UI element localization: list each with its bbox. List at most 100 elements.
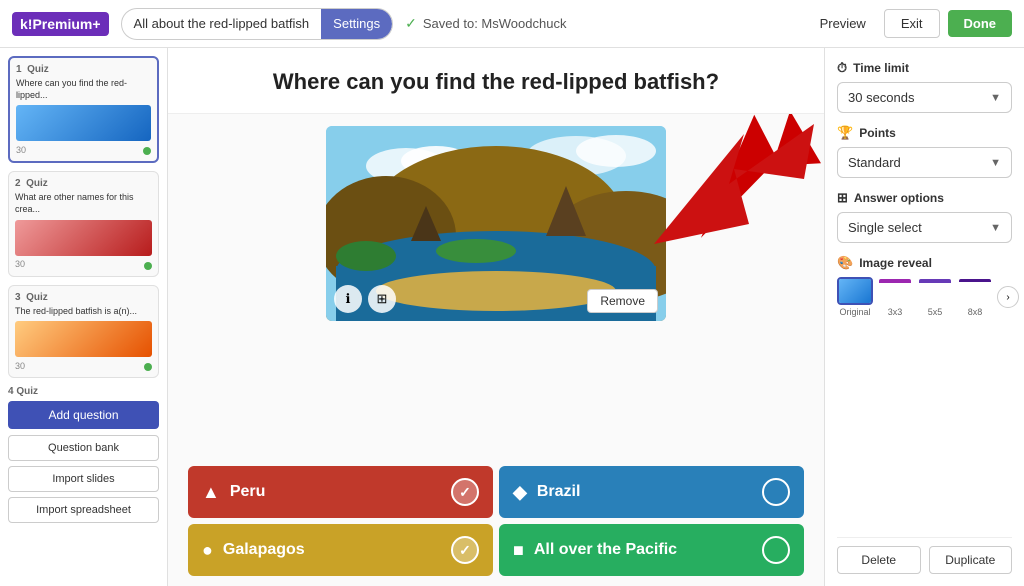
import-slides-button[interactable]: Import slides bbox=[8, 466, 159, 492]
image-controls: ℹ ⊞ bbox=[334, 285, 396, 313]
image-reveal-label: Image reveal bbox=[859, 256, 932, 270]
sidebar-item-1[interactable]: 1 Quiz Where can you find the red-lipped… bbox=[8, 56, 159, 163]
header-actions: Preview Exit Done bbox=[810, 9, 1012, 38]
sidebar-item-3-label: 3 Quiz bbox=[15, 292, 152, 303]
sidebar-item-2[interactable]: 2 Quiz What are other names for this cre… bbox=[8, 171, 159, 276]
saved-check-icon: ✓ bbox=[405, 15, 417, 32]
answer-galapagos-label: Galapagos bbox=[223, 541, 305, 559]
answers-grid: ▲ Peru ✓ ◆ Brazil ● Galapagos ✓ bbox=[168, 458, 824, 586]
answer-peru-check: ✓ bbox=[451, 478, 479, 506]
answer-pacific-icon: ■ bbox=[513, 540, 524, 561]
reveal-original-label: Original bbox=[839, 307, 870, 317]
answer-pacific[interactable]: ■ All over the Pacific bbox=[499, 524, 804, 576]
time-limit-label: Time limit bbox=[853, 61, 909, 75]
sidebar-item-1-num: 30 bbox=[16, 145, 26, 155]
remove-image-button[interactable]: Remove bbox=[587, 289, 658, 313]
done-button[interactable]: Done bbox=[948, 10, 1013, 37]
points-section: 🏆 Points Standard ▼ bbox=[837, 125, 1012, 178]
answer-peru-left: ▲ Peru bbox=[202, 482, 265, 503]
points-chevron: ▼ bbox=[990, 157, 1001, 169]
clock-icon: ⏱ bbox=[837, 60, 847, 76]
image-reveal-section: 🎨 Image reveal Original bbox=[837, 255, 1012, 317]
brand-logo: k!Premium+ bbox=[12, 12, 109, 36]
delete-button[interactable]: Delete bbox=[837, 546, 921, 574]
sidebar-item-2-thumb bbox=[15, 220, 152, 256]
sidebar-item-3-dot bbox=[144, 363, 152, 371]
answer-galapagos[interactable]: ● Galapagos ✓ bbox=[188, 524, 493, 576]
points-label: Points bbox=[859, 126, 896, 140]
time-limit-section: ⏱ Time limit 30 seconds ▼ bbox=[837, 60, 1012, 113]
sidebar-item-1-dot bbox=[143, 147, 151, 155]
right-panel: ⏱ Time limit 30 seconds ▼ 🏆 Points Stand… bbox=[824, 48, 1024, 586]
answer-options-section: ⊞ Answer options Single select ▼ bbox=[837, 190, 1012, 243]
answer-options-header: ⊞ Answer options bbox=[837, 190, 1012, 206]
reveal-5x5[interactable]: 5x5 bbox=[917, 277, 953, 317]
sidebar-item-2-dot bbox=[144, 262, 152, 270]
answer-brazil[interactable]: ◆ Brazil bbox=[499, 466, 804, 518]
main-content: Where can you find the red-lipped batfis… bbox=[168, 48, 824, 586]
main-layout: 1 Quiz Where can you find the red-lipped… bbox=[0, 48, 1024, 586]
answer-galapagos-check: ✓ bbox=[451, 536, 479, 564]
sidebar-item-4-label: 4 Quiz bbox=[8, 386, 159, 397]
points-value: Standard bbox=[848, 155, 901, 170]
answer-pacific-left: ■ All over the Pacific bbox=[513, 540, 677, 561]
answer-options-value: Single select bbox=[848, 220, 922, 235]
sidebar-item-3[interactable]: 3 Quiz The red-lipped batfish is a(n)...… bbox=[8, 285, 159, 379]
saved-text: Saved to: MsWoodchuck bbox=[423, 16, 567, 31]
time-limit-dropdown[interactable]: 30 seconds ▼ bbox=[837, 82, 1012, 113]
points-icon: 🏆 bbox=[837, 125, 853, 141]
answer-options-label: Answer options bbox=[854, 191, 944, 205]
red-arrow bbox=[644, 114, 824, 259]
reveal-next-button[interactable]: › bbox=[997, 286, 1019, 308]
answer-options-chevron: ▼ bbox=[990, 222, 1001, 234]
sidebar-item-2-question: What are other names for this crea... bbox=[15, 192, 152, 215]
reveal-original-thumb bbox=[837, 277, 873, 305]
exit-button[interactable]: Exit bbox=[884, 9, 940, 38]
lesson-title: All about the red-lipped batfish bbox=[122, 16, 322, 31]
import-spreadsheet-button[interactable]: Import spreadsheet bbox=[8, 497, 159, 523]
answer-galapagos-left: ● Galapagos bbox=[202, 540, 305, 561]
time-limit-value: 30 seconds bbox=[848, 90, 915, 105]
answer-peru-label: Peru bbox=[230, 483, 266, 501]
sidebar-item-3-thumb bbox=[15, 321, 152, 357]
duplicate-button[interactable]: Duplicate bbox=[929, 546, 1013, 574]
answer-peru-icon: ▲ bbox=[202, 482, 220, 503]
add-question-button[interactable]: Add question bbox=[8, 401, 159, 429]
reveal-5x5-label: 5x5 bbox=[928, 307, 943, 317]
header-title-bar: All about the red-lipped batfish Setting… bbox=[121, 8, 394, 40]
reveal-3x3[interactable]: 3x3 bbox=[877, 277, 913, 317]
image-reveal-header: 🎨 Image reveal bbox=[837, 255, 1012, 271]
image-reveal-options: Original 3x3 bbox=[837, 277, 1012, 317]
answer-brazil-label: Brazil bbox=[537, 483, 581, 501]
sidebar: 1 Quiz Where can you find the red-lipped… bbox=[0, 48, 168, 586]
reveal-8x8[interactable]: 8x8 bbox=[957, 277, 993, 317]
answer-options-icon: ⊞ bbox=[837, 190, 848, 206]
reveal-original[interactable]: Original bbox=[837, 277, 873, 317]
saved-status: ✓ Saved to: MsWoodchuck bbox=[405, 15, 797, 32]
time-limit-chevron: ▼ bbox=[990, 92, 1001, 104]
preview-button[interactable]: Preview bbox=[810, 10, 876, 37]
sidebar-item-2-label: 2 Quiz bbox=[15, 178, 152, 189]
answer-galapagos-icon: ● bbox=[202, 540, 213, 561]
answer-pacific-label: All over the Pacific bbox=[534, 541, 677, 559]
image-info-button[interactable]: ℹ bbox=[334, 285, 362, 313]
reveal-5x5-thumb bbox=[917, 277, 953, 305]
answer-brazil-check bbox=[762, 478, 790, 506]
image-crop-button[interactable]: ⊞ bbox=[368, 285, 396, 313]
sidebar-item-3-num: 30 bbox=[15, 361, 25, 371]
points-header: 🏆 Points bbox=[837, 125, 1012, 141]
answer-options-dropdown[interactable]: Single select ▼ bbox=[837, 212, 1012, 243]
answer-peru[interactable]: ▲ Peru ✓ bbox=[188, 466, 493, 518]
app-header: k!Premium+ All about the red-lipped batf… bbox=[0, 0, 1024, 48]
panel-footer: Delete Duplicate bbox=[837, 537, 1012, 574]
points-dropdown[interactable]: Standard ▼ bbox=[837, 147, 1012, 178]
answer-pacific-check bbox=[762, 536, 790, 564]
answer-brazil-icon: ◆ bbox=[513, 482, 527, 503]
reveal-3x3-label: 3x3 bbox=[888, 307, 903, 317]
question-bank-button[interactable]: Question bank bbox=[8, 435, 159, 461]
answer-brazil-left: ◆ Brazil bbox=[513, 482, 580, 503]
settings-button[interactable]: Settings bbox=[321, 8, 392, 40]
question-text: Where can you find the red-lipped batfis… bbox=[198, 68, 794, 97]
reveal-8x8-thumb bbox=[957, 277, 993, 305]
sidebar-item-1-question: Where can you find the red-lipped... bbox=[16, 78, 151, 101]
